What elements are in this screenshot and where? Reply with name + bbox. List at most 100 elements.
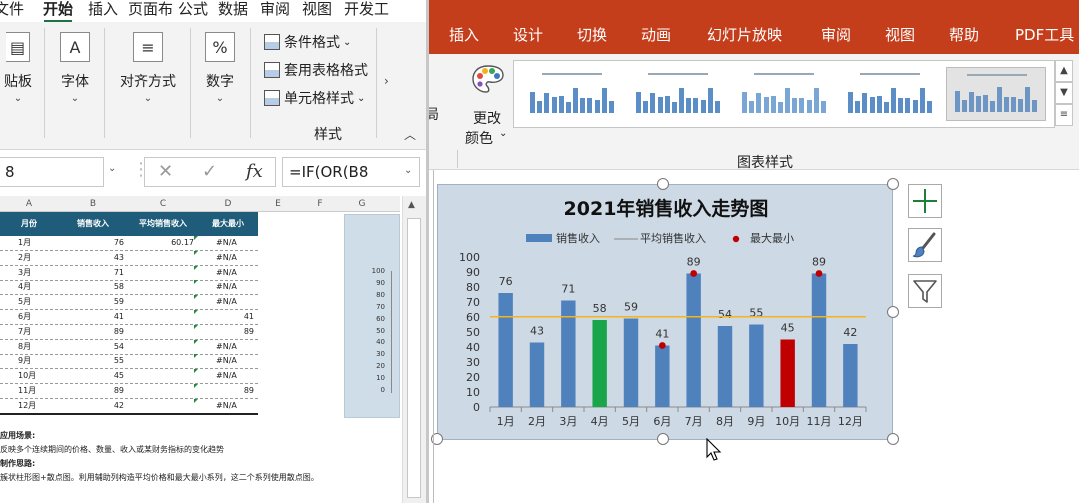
tab-view[interactable]: 视图 (302, 0, 332, 20)
cell-maxmin[interactable]: #N/A (216, 399, 237, 413)
error-indicator-icon[interactable] (194, 250, 198, 255)
table-row[interactable]: 10月 45 #N/A (0, 369, 258, 385)
table-row[interactable]: 12月 42 #N/A (0, 398, 258, 414)
number-format-button[interactable]: % 数字 ⌄ (198, 32, 242, 104)
table-row[interactable]: 9月 55 #N/A (0, 354, 258, 370)
cell-month[interactable]: 7月 (18, 325, 31, 339)
column-header[interactable]: B (58, 196, 128, 212)
chart-style-thumbnail[interactable] (628, 67, 728, 121)
cell-maxmin[interactable]: #N/A (216, 251, 237, 265)
cell-month[interactable]: 9月 (18, 354, 31, 368)
cell-maxmin[interactable]: #N/A (216, 266, 237, 280)
cell-maxmin[interactable]: 41 (198, 310, 254, 324)
table-row[interactable]: 11月 89 89 (0, 384, 258, 399)
expand-formula-icon[interactable]: ⌄ (404, 165, 412, 176)
chart-style-thumbnail[interactable] (522, 67, 622, 121)
gallery-down-button[interactable]: ▼ (1055, 82, 1073, 104)
insert-function-button[interactable]: fx (246, 158, 263, 186)
tab-file[interactable]: 文件 (0, 0, 24, 20)
cell-sales[interactable]: 76 (58, 236, 124, 250)
table-row[interactable]: 3月 71 #N/A (0, 265, 258, 281)
table-row[interactable]: 7月 89 89 (0, 324, 258, 340)
tab-design[interactable]: 设计 (513, 24, 543, 45)
tab-help[interactable]: 帮助 (949, 24, 979, 45)
chart-styles-gallery[interactable] (513, 60, 1055, 128)
cell-average[interactable]: 60.17 (128, 236, 194, 250)
column-header[interactable]: A (0, 196, 58, 212)
tab-insert[interactable]: 插入 (449, 24, 479, 45)
error-indicator-icon[interactable] (194, 295, 198, 300)
cell-maxmin[interactable]: 89 (198, 325, 254, 339)
error-indicator-icon[interactable] (194, 398, 198, 403)
cell-month[interactable]: 3月 (18, 266, 31, 280)
tab-transitions[interactable]: 切换 (577, 24, 607, 45)
table-row[interactable]: 1月 76 60.17 #N/A (0, 236, 258, 251)
resize-handle-bottom-right[interactable] (887, 433, 899, 445)
format-as-table-button[interactable]: 套用表格格式 (264, 58, 368, 82)
column-header[interactable]: C (128, 196, 198, 212)
cell-month[interactable]: 8月 (18, 340, 31, 354)
change-colors-button[interactable]: 更改 颜色 ⌄ (453, 62, 513, 152)
cell-maxmin[interactable]: #N/A (216, 280, 237, 294)
tab-insert[interactable]: 插入 (88, 0, 118, 20)
cell-sales[interactable]: 71 (58, 266, 124, 280)
font-button[interactable]: A 字体 ⌄ (52, 32, 98, 104)
cell-sales[interactable]: 45 (58, 369, 124, 383)
tab-view[interactable]: 视图 (885, 24, 915, 45)
gallery-up-button[interactable]: ▲ (1055, 60, 1073, 82)
error-indicator-icon[interactable] (194, 354, 198, 359)
cell-maxmin[interactable]: #N/A (216, 354, 237, 368)
column-header[interactable]: F (298, 196, 342, 212)
worksheet[interactable]: 月份 销售收入 平均销售收入 最大最小 1月 76 60.17 #N/A 2月 43 #N/… (0, 212, 400, 503)
formula-input[interactable]: =IF(OR(B8 (282, 157, 420, 187)
tab-home[interactable]: 开始 (43, 0, 73, 23)
cell-sales[interactable]: 58 (58, 280, 124, 294)
cell-month[interactable]: 2月 (18, 251, 31, 265)
resize-handle-top[interactable] (657, 178, 669, 190)
cell-sales[interactable]: 43 (58, 251, 124, 265)
chart-filters-button[interactable] (908, 274, 942, 308)
confirm-entry-icon[interactable]: ✓ (202, 158, 217, 186)
scrollbar-thumb[interactable] (407, 218, 421, 498)
error-indicator-icon[interactable] (194, 310, 198, 314)
cell-month[interactable]: 6月 (18, 310, 31, 324)
alignment-button[interactable]: ≡ 对齐方式 ⌄ (112, 32, 184, 104)
resize-handle-top-right[interactable] (887, 178, 899, 190)
chart-object[interactable]: 2021年销售收入走势图 销售收入 平均销售收入 最大最小 0 10 20 30 40 50 60 7… (437, 184, 893, 440)
tab-formulas[interactable]: 公式 (178, 0, 208, 20)
cell-month[interactable]: 1月 (18, 236, 31, 250)
resize-handle-bottom[interactable] (657, 433, 669, 445)
chart-style-thumbnail[interactable] (734, 67, 834, 121)
tab-page-layout[interactable]: 页面布 (128, 0, 173, 20)
tab-pdf-tools[interactable]: PDF工具 (1015, 24, 1074, 45)
cell-sales[interactable]: 55 (58, 354, 124, 368)
cancel-entry-icon[interactable]: ✕ (158, 158, 173, 186)
tab-slideshow[interactable]: 幻灯片放映 (707, 24, 782, 45)
collapse-ribbon-icon[interactable]: ︿ (404, 126, 416, 143)
tab-review[interactable]: 审阅 (821, 24, 851, 45)
cell-sales[interactable]: 41 (58, 310, 124, 324)
conditional-format-button[interactable]: 条件格式 ⌄ (264, 30, 351, 54)
cell-month[interactable]: 10月 (18, 369, 36, 383)
error-indicator-icon[interactable] (194, 236, 198, 240)
chart-styles-button[interactable] (908, 228, 942, 262)
cell-sales[interactable]: 89 (58, 325, 124, 339)
error-indicator-icon[interactable] (194, 280, 198, 285)
cell-sales[interactable]: 54 (58, 340, 124, 354)
cell-maxmin[interactable]: 89 (198, 384, 254, 398)
tab-data[interactable]: 数据 (218, 0, 248, 20)
gallery-more-button[interactable]: ≡ (1055, 104, 1073, 126)
error-indicator-icon[interactable] (194, 339, 198, 344)
error-indicator-icon[interactable] (194, 369, 198, 374)
vertical-scrollbar[interactable]: ▲ (402, 196, 426, 503)
cell-maxmin[interactable]: #N/A (216, 295, 237, 309)
resize-handle-right[interactable] (887, 306, 899, 318)
paste-button[interactable]: ▤ 贴板 ⌄ (0, 32, 38, 104)
tab-developer[interactable]: 开发工 (344, 0, 389, 20)
cell-month[interactable]: 12月 (18, 399, 36, 413)
error-indicator-icon[interactable] (194, 384, 198, 388)
cell-month[interactable]: 4月 (18, 280, 31, 294)
table-row[interactable]: 5月 59 #N/A (0, 295, 258, 311)
chart-style-thumbnail[interactable] (946, 67, 1046, 121)
cell-maxmin[interactable]: #N/A (216, 236, 237, 250)
